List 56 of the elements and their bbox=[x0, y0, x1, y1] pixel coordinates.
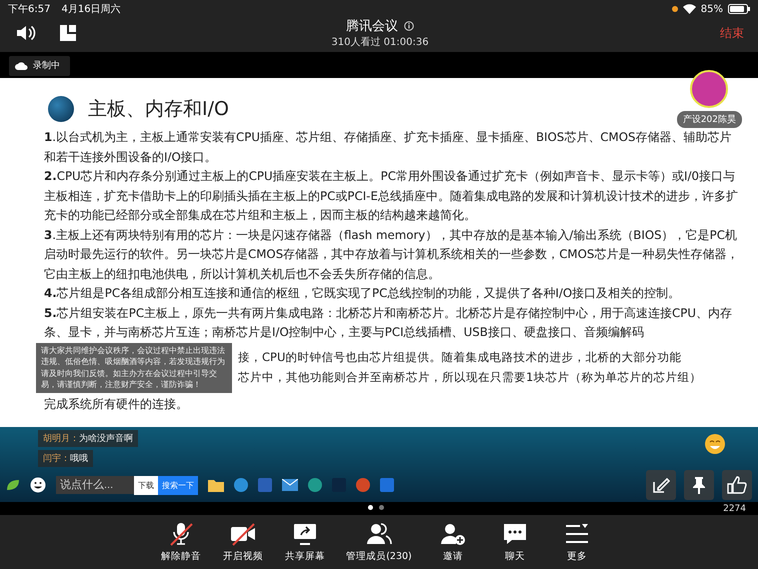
cloud-icon bbox=[15, 62, 28, 70]
slide-paragraph: 5.芯片组安装在PC主板上，原先一共有两片集成电路：北桥芯片和南桥芯片。北桥芯片是存储控制中心，用于高速连接CPU、内存条、显卡，并与南桥芯片互连；南桥芯片是I/O控制中心，主要与PCI总线插槽、USB接口、硬盘接口、音频编解码 bbox=[44, 304, 734, 341]
sphere-icon bbox=[48, 96, 74, 122]
meeting-title: 腾讯会议 bbox=[346, 18, 398, 35]
meeting-subtitle: 310人看过 01:00:36 bbox=[331, 36, 429, 49]
speaker-icon[interactable] bbox=[16, 25, 36, 41]
mail-icon[interactable] bbox=[282, 479, 298, 491]
search-label: 搜索一下 bbox=[158, 476, 198, 494]
chat-input[interactable]: 说点什么... bbox=[56, 476, 134, 494]
page-dot[interactable] bbox=[368, 505, 373, 510]
toolbar-button[interactable]: 聊天 bbox=[494, 522, 536, 562]
presenter-name: 产设202陈昊 bbox=[676, 111, 742, 128]
toolbar-button[interactable]: 共享屏幕 bbox=[284, 522, 326, 562]
emoji-icon bbox=[704, 433, 726, 455]
folder-icon[interactable] bbox=[208, 478, 224, 492]
like-button[interactable] bbox=[722, 470, 752, 500]
slide-text-line: 完成系统所有硬件的连接。 bbox=[44, 396, 189, 412]
toolbar-button[interactable]: 解除静音 bbox=[160, 522, 202, 562]
slide-paragraph: 2.CPU芯片和内存条分别通过主板上的CPU插座安装在主板上。PC常用外围设备通过扩充卡（例如声音卡、显示卡等）或I/0接口与主板相连，扩充卡借助卡上的印刷插头插在主板上的PC或PCI-E总线插座中。随着集成电路的发展和计算机设计技术的进步，许多扩充卡的功能已经部分或全部集成在芯片组和主板上，因而主板的结构越来越简化。 bbox=[44, 168, 739, 224]
pin-icon bbox=[692, 476, 706, 494]
layout-icon[interactable] bbox=[60, 25, 76, 41]
info-icon[interactable] bbox=[404, 21, 414, 31]
toolbar-button[interactable]: 邀请 bbox=[432, 522, 474, 562]
toolbar-button[interactable]: 更多 bbox=[556, 522, 598, 562]
pin-button[interactable] bbox=[684, 470, 714, 500]
like-count: 2274 bbox=[723, 504, 746, 514]
battery-percent: 85% bbox=[700, 4, 723, 14]
smiley-icon[interactable] bbox=[30, 477, 46, 493]
app-icon[interactable] bbox=[308, 478, 322, 492]
download-label: 下载 bbox=[134, 476, 158, 494]
status-date: 4月16日周六 bbox=[61, 2, 121, 16]
app-icon[interactable] bbox=[356, 478, 370, 492]
status-time: 下午6:57 bbox=[8, 3, 50, 16]
chat-message: 闫宇：哦哦 bbox=[38, 450, 93, 467]
toolbar-button[interactable]: 开启视频 bbox=[222, 522, 264, 562]
chat-message: 胡明月：为啥没声音啊 bbox=[38, 430, 138, 447]
meeting-notice: 请大家共同维护会议秩序，会议过程中禁止出现违法违规、低俗色情、吸烟酗酒等内容，若发现违规行为请及时向我们反馈。如主办方在会议过程中引导交易，请谨慎判断，注意财产安全，谨防诈骗！ bbox=[36, 342, 232, 392]
slide-paragraph: 1.以台式机为主，主板上通常安装有CPU插座、芯片组、存储插座、扩充卡插座、显卡插座、BIOS芯片、CMOS存储器、辅助芯片和若干连接外围设备的I/O接口。 bbox=[44, 129, 732, 166]
leaf-icon bbox=[6, 479, 20, 491]
battery-icon bbox=[728, 4, 750, 14]
pencil-icon bbox=[652, 476, 670, 494]
slide-paragraph: 3.主板上还有两块特别有用的芯片：一块是闪速存储器（flash memory），其中存放的是基本输入/输出系统（BIOS），它是PC机启动时最先运行的软件。另一块芯片是CMOS存储器，其中存放着与计算机系统相关的一些参数，CMOS芯片是一种易失性存储器，它由主板上的纽扣电池供电，所以计算机关机后也不会丢失所存储的信息。 bbox=[44, 226, 740, 282]
toolbar-button[interactable]: 管理成员(230) bbox=[346, 522, 412, 562]
wifi-icon bbox=[682, 4, 696, 14]
recording-badge[interactable]: 录制中 bbox=[9, 56, 70, 76]
app-icon[interactable] bbox=[234, 478, 248, 492]
avatar-icon[interactable] bbox=[690, 70, 728, 108]
thumbs-up-icon bbox=[727, 476, 747, 494]
end-button[interactable]: 结束 bbox=[720, 24, 744, 42]
slide-paragraph: 4.芯片组是PC各组成部分相互连接和通信的枢纽，它既实现了PC总线控制的功能，又提供了各种I/O接口及相关的控制。 bbox=[44, 285, 682, 302]
page-dot[interactable] bbox=[379, 505, 384, 510]
slide-text-line: 接，CPU的时钟信号也由芯片组提供。随着集成电路技术的进步，北桥的大部分功能 bbox=[238, 349, 682, 366]
slide-text-line: 芯片中，其他功能则合并至南桥芯片，所以现在只需要1块芯片（称为单芯片的芯片组） bbox=[238, 368, 702, 386]
annotate-button[interactable] bbox=[646, 470, 676, 500]
slide-title: 主板、内存和I/O bbox=[88, 97, 229, 122]
indicator-dot-icon bbox=[672, 6, 678, 12]
